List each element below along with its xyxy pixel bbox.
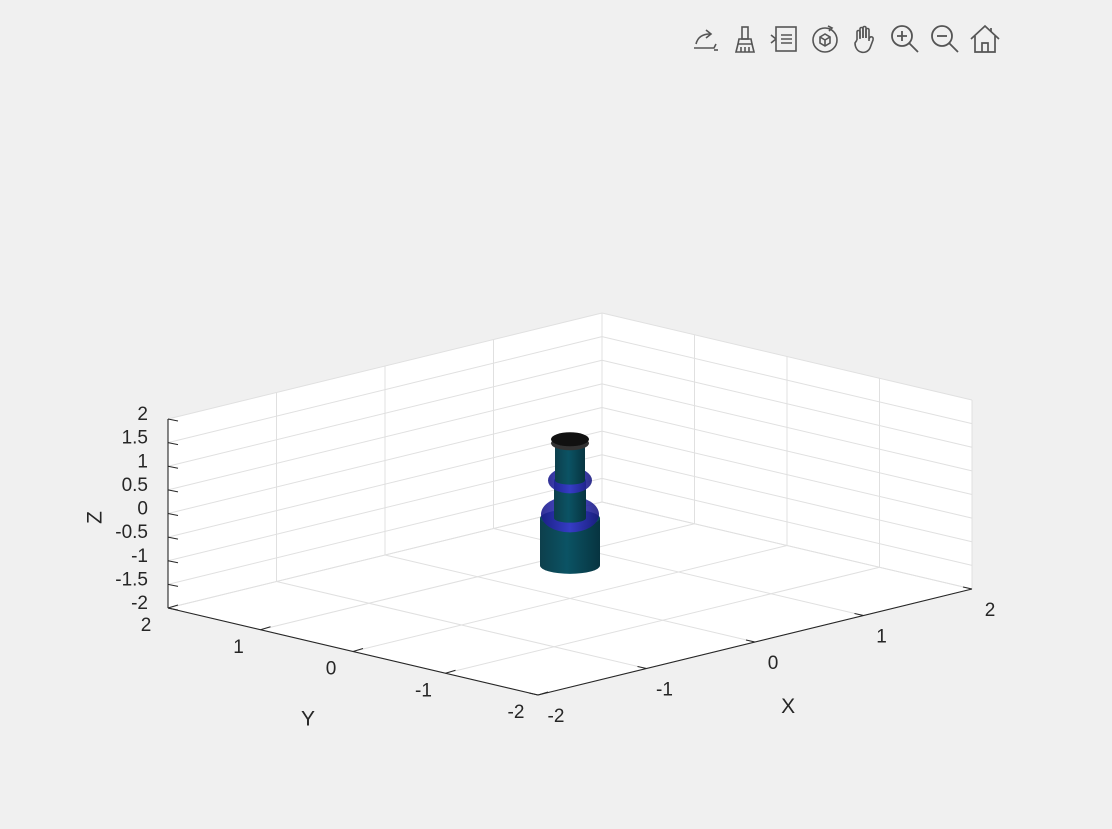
export-button[interactable] xyxy=(686,20,724,58)
figure-window: -2 -1 0 1 2 -2 -1 0 1 2 -2 -1.5 -1 -0.5 0 0.5 1 1.5 2 X Y Z xyxy=(0,0,1112,824)
z-tick-label: -1 xyxy=(131,546,148,567)
x-tick-label: 2 xyxy=(985,600,996,621)
brush-button[interactable] xyxy=(726,20,764,58)
end-effector xyxy=(551,432,589,451)
home-icon xyxy=(970,24,1000,53)
axes-3d[interactable]: -2-1012-2-1012-2-1.5-1-0.500.511.52XYZ xyxy=(0,0,1112,824)
z-tick-label: -2 xyxy=(131,593,148,614)
y-axis-label: Y xyxy=(301,708,315,731)
y-tick-label: 0 xyxy=(326,659,337,680)
x-tick-label: 0 xyxy=(768,653,779,674)
rotate-button[interactable] xyxy=(806,20,844,58)
axes-toolbar xyxy=(686,20,1004,58)
home-button[interactable] xyxy=(966,20,1004,58)
y-tick-label: 2 xyxy=(141,615,152,636)
x-tick-label: -2 xyxy=(548,706,565,727)
pan-icon xyxy=(854,25,874,54)
y-tick-label: -1 xyxy=(415,680,432,701)
x-tick-label: -1 xyxy=(656,680,673,701)
z-tick-label: 0 xyxy=(137,499,148,520)
z-axis-label: Z xyxy=(84,511,107,524)
rotate-3d-icon xyxy=(812,25,838,53)
z-tick-label: -0.5 xyxy=(115,522,148,543)
data-tips-button[interactable] xyxy=(766,20,804,58)
y-tick-label: 1 xyxy=(233,637,244,658)
y-tick-label: -2 xyxy=(508,702,525,723)
z-tick-label: 1 xyxy=(137,451,148,472)
x-axis-label: X xyxy=(781,695,795,718)
z-tick-label: -1.5 xyxy=(115,569,148,590)
zoom-in-icon xyxy=(891,25,919,53)
zoom-out-button[interactable] xyxy=(926,20,964,58)
export-icon xyxy=(694,29,718,51)
z-tick-label: 2 xyxy=(137,404,148,425)
x-tick-label: 1 xyxy=(876,627,887,648)
data-tips-icon xyxy=(770,26,797,52)
pan-button[interactable] xyxy=(846,20,884,58)
z-tick-label: 0.5 xyxy=(122,475,148,496)
zoom-out-icon xyxy=(931,25,959,53)
z-tick-label: 1.5 xyxy=(122,428,148,449)
zoom-in-button[interactable] xyxy=(886,20,924,58)
brush-icon xyxy=(734,26,756,53)
